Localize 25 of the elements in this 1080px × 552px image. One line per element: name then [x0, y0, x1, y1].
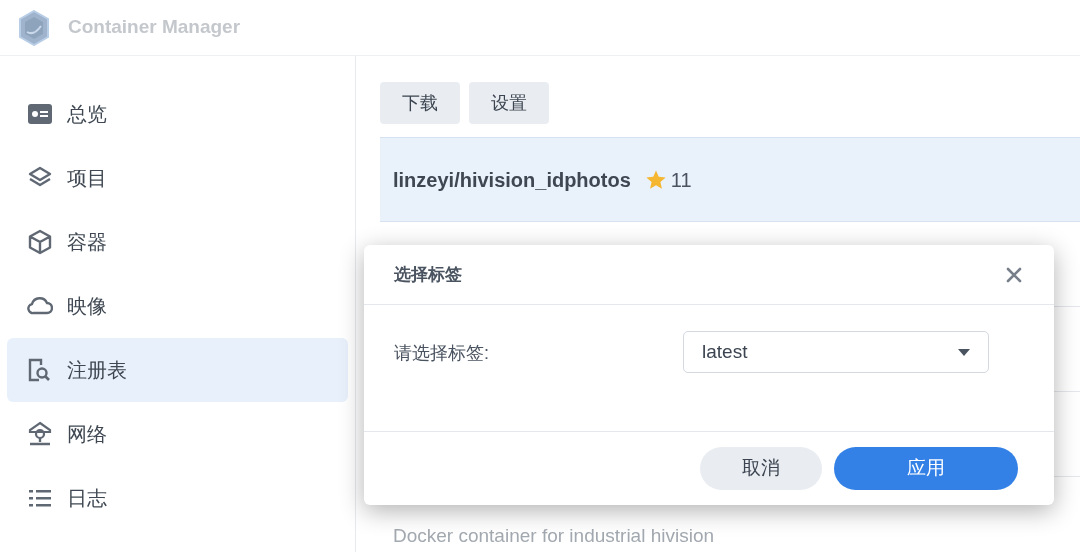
app-title: Container Manager [68, 15, 241, 40]
toolbar-button[interactable]: 下载 [380, 82, 460, 124]
sidebar-item[interactable]: 网络 [7, 402, 348, 466]
repository-name: linzeyi/hivision_idphotos [393, 167, 631, 193]
cube-icon [27, 229, 53, 255]
sidebar-item[interactable]: 总览 [7, 82, 348, 146]
sidebar-item[interactable]: 项目 [7, 146, 348, 210]
apply-button[interactable]: 应用 [834, 447, 1018, 490]
app-logo-icon [18, 9, 50, 46]
sidebar-item[interactable]: 日志 [7, 466, 348, 530]
id-card-icon [27, 101, 53, 127]
close-icon[interactable] [1006, 266, 1022, 283]
cancel-button[interactable]: 取消 [700, 447, 822, 490]
sidebar-item[interactable]: 注册表 [7, 338, 348, 402]
dialog-title: 选择标签 [394, 263, 462, 286]
field-label: 请选择标签: [394, 342, 490, 365]
repository-description: Docker container for industrial hivision [393, 523, 716, 548]
house-icon [27, 421, 53, 447]
sidebar-item[interactable]: 容器 [7, 210, 348, 274]
toolbar-button[interactable]: 设置 [469, 82, 549, 124]
repository-row[interactable]: linzeyi/hivision_idphotos 11 [380, 137, 1080, 222]
caret-icon [958, 348, 970, 356]
tag-select[interactable]: latest [683, 331, 989, 373]
sidebar-item[interactable]: 映像 [7, 274, 348, 338]
star-count: 11 [670, 167, 692, 193]
